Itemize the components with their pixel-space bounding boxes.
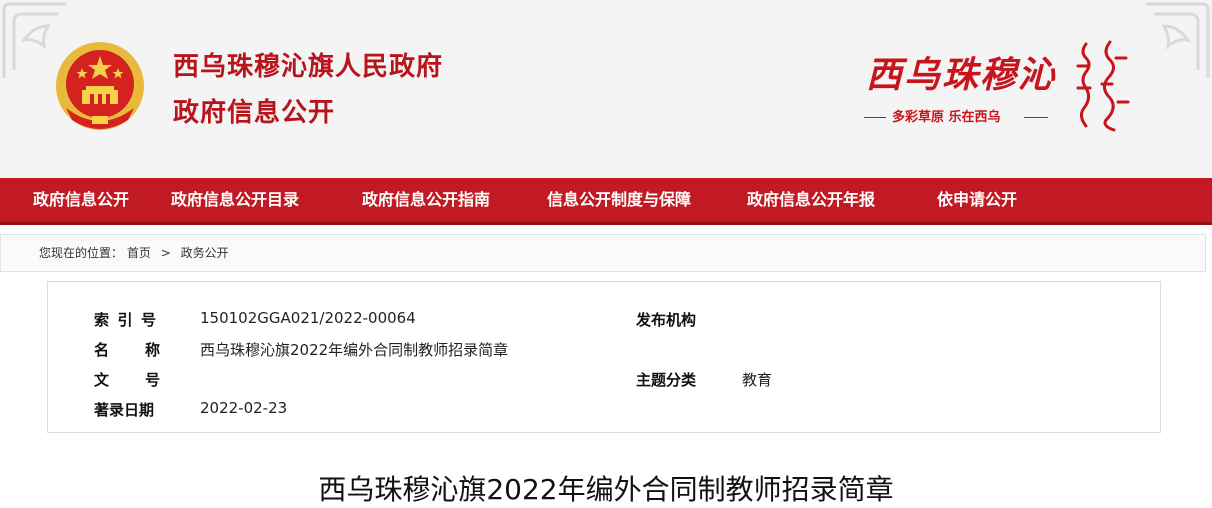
nav-item-catalog[interactable]: 政府信息公开目录 xyxy=(171,178,299,222)
mongolian-script-icon xyxy=(1076,40,1130,132)
name-value: 西乌珠穆沁旗2022年编外合同制教师招录简章 xyxy=(200,341,509,359)
breadcrumb-current-link[interactable]: 政务公开 xyxy=(181,246,229,260)
main-nav: 政府信息公开 政府信息公开目录 政府信息公开指南 信息公开制度与保障 政府信息公… xyxy=(0,178,1212,225)
corner-ornament-icon xyxy=(1146,2,1210,78)
nav-item-info-public[interactable]: 政府信息公开 xyxy=(33,178,129,222)
nav-item-application[interactable]: 依申请公开 xyxy=(937,178,1017,222)
site-title: 西乌珠穆沁旗人民政府 xyxy=(173,52,444,82)
breadcrumb-separator: > xyxy=(160,246,171,260)
site-subtitle: 政府信息公开 xyxy=(173,98,336,128)
breadcrumb-home-link[interactable]: 首页 xyxy=(127,246,151,260)
nav-item-system[interactable]: 信息公开制度与保障 xyxy=(547,178,691,222)
slogan-divider xyxy=(864,117,886,118)
topic-value: 教育 xyxy=(742,371,773,389)
slogan-divider xyxy=(1024,117,1048,118)
date-label: 著录日期 xyxy=(94,401,155,419)
index-label: 索 引 号 xyxy=(94,311,156,329)
nav-item-guide[interactable]: 政府信息公开指南 xyxy=(362,178,490,222)
document-info-table: 索 引 号 150102GGA021/2022-00064 发布机构 名 称 西… xyxy=(47,281,1161,433)
brand-calligraphy: 西乌珠穆沁 xyxy=(866,54,1057,96)
index-value: 150102GGA021/2022-00064 xyxy=(200,309,416,327)
topic-label: 主题分类 xyxy=(636,371,697,389)
org-label: 发布机构 xyxy=(636,311,697,329)
name-label: 名 称 xyxy=(94,341,160,359)
date-value: 2022-02-23 xyxy=(200,399,288,417)
breadcrumb-prefix: 您现在的位置： xyxy=(39,246,124,260)
article-title: 西乌珠穆沁旗2022年编外合同制教师招录简章 xyxy=(318,473,894,506)
nav-item-annual-report[interactable]: 政府信息公开年报 xyxy=(747,178,875,222)
site-header: 西乌珠穆沁旗人民政府 政府信息公开 西乌珠穆沁 多彩草原 乐在西乌 xyxy=(0,0,1212,178)
breadcrumb: 您现在的位置： 首页 > 政务公开 xyxy=(0,234,1206,272)
slogan-text: 多彩草原 乐在西乌 xyxy=(892,110,1001,125)
national-emblem-icon xyxy=(56,42,144,130)
doc-number-label: 文 号 xyxy=(94,371,160,389)
